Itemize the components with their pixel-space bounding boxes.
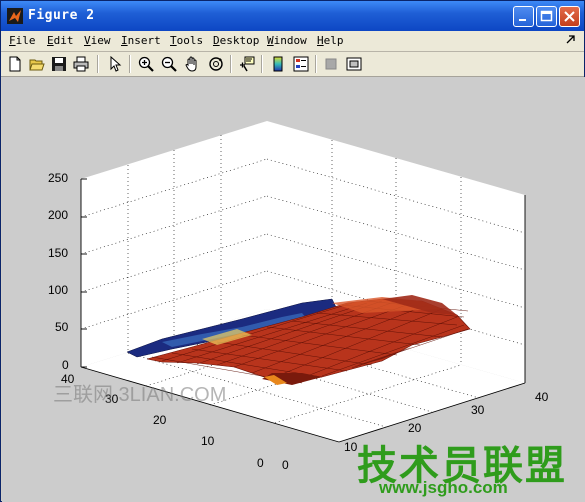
x-tick-label: 0 <box>282 458 289 472</box>
zoom-in-button[interactable] <box>136 54 156 74</box>
menu-accelerator: E <box>47 34 54 47</box>
open-file-button[interactable] <box>27 54 47 74</box>
minimize-icon <box>519 19 526 21</box>
menu-insert[interactable]: Insert <box>121 34 161 47</box>
z-tick-label: 0 <box>62 358 69 372</box>
menu-accelerator: T <box>170 34 177 47</box>
toolbar-separator <box>129 55 131 73</box>
new-figure-button[interactable] <box>5 54 25 74</box>
data-cursor-icon <box>240 56 255 72</box>
menu-accelerator: I <box>121 34 128 47</box>
hide-plot-tools-button[interactable] <box>321 54 341 74</box>
legend-button[interactable] <box>291 54 311 74</box>
toolbar-separator <box>315 55 317 73</box>
z-tick-label: 250 <box>48 171 69 185</box>
show-plot-tools-button[interactable] <box>344 54 364 74</box>
menu-edit[interactable]: Edit <box>47 34 74 47</box>
menu-accelerator: F <box>9 34 16 47</box>
y-tick-label: 0 <box>257 456 264 470</box>
watermark-url: www.jsgho.com <box>379 478 508 497</box>
minimize-button[interactable] <box>513 6 534 27</box>
print-icon <box>73 56 89 72</box>
y-tick-label: 20 <box>153 413 167 427</box>
zoom-in-icon <box>138 56 154 72</box>
y-tick-label: 10 <box>201 434 215 448</box>
pan-hand-icon <box>185 56 197 72</box>
hide-plot-tools-icon <box>325 58 337 70</box>
maximize-icon <box>540 10 553 22</box>
x-tick-label: 40 <box>535 390 549 404</box>
show-plot-tools-icon <box>346 57 362 71</box>
matlab-logo-icon <box>7 8 23 24</box>
new-figure-icon <box>9 56 21 72</box>
figure-toolbar <box>1 52 584 77</box>
x-tick-label: 10 <box>344 440 358 454</box>
data-cursor-button[interactable] <box>237 54 257 74</box>
menu-accelerator: W <box>267 34 274 47</box>
save-icon <box>52 57 66 71</box>
edit-plot-button[interactable] <box>105 54 125 74</box>
figure-window: Figure 2 File Edit View Insert Tools Des… <box>0 0 585 502</box>
close-icon <box>564 11 575 22</box>
z-tick-label: 100 <box>48 283 69 297</box>
menu-bar: File Edit View Insert Tools Desktop Wind… <box>1 31 584 52</box>
menu-view[interactable]: View <box>84 34 111 47</box>
legend-icon <box>293 56 309 72</box>
z-tick-label: 50 <box>55 320 69 334</box>
watermark-sanlian: 三联网 3LIAN.COM <box>53 384 227 406</box>
menu-desktop[interactable]: Desktop <box>213 34 259 47</box>
menu-help[interactable]: Help <box>317 34 344 47</box>
menu-accelerator: D <box>213 34 220 47</box>
colorbar-button[interactable] <box>268 54 288 74</box>
print-button[interactable] <box>71 54 91 74</box>
colorbar-icon <box>273 56 283 72</box>
menu-tools[interactable]: Tools <box>170 34 203 47</box>
menu-accelerator: V <box>84 34 91 47</box>
save-button[interactable] <box>49 54 69 74</box>
z-tick-label: 150 <box>48 246 69 260</box>
dock-arrow-icon[interactable] <box>566 35 576 45</box>
window-title: Figure 2 <box>28 8 95 23</box>
edit-plot-arrow-icon <box>110 56 122 72</box>
menu-file[interactable]: File <box>9 34 36 47</box>
zoom-out-button[interactable] <box>159 54 179 74</box>
x-tick-label: 30 <box>471 403 485 417</box>
toolbar-separator <box>97 55 99 73</box>
rotate-3d-button[interactable] <box>206 54 226 74</box>
menu-accelerator: H <box>317 34 324 47</box>
open-file-icon <box>29 59 45 71</box>
menu-window[interactable]: Window <box>267 34 307 47</box>
title-bar[interactable]: Figure 2 <box>1 1 584 31</box>
toolbar-separator <box>261 55 263 73</box>
maximize-button[interactable] <box>536 6 557 27</box>
toolbar-separator <box>230 55 232 73</box>
close-button[interactable] <box>559 6 580 27</box>
pan-button[interactable] <box>182 54 202 74</box>
z-tick-label: 200 <box>48 208 69 222</box>
zoom-out-icon <box>161 56 177 72</box>
rotate-3d-icon <box>209 57 223 71</box>
